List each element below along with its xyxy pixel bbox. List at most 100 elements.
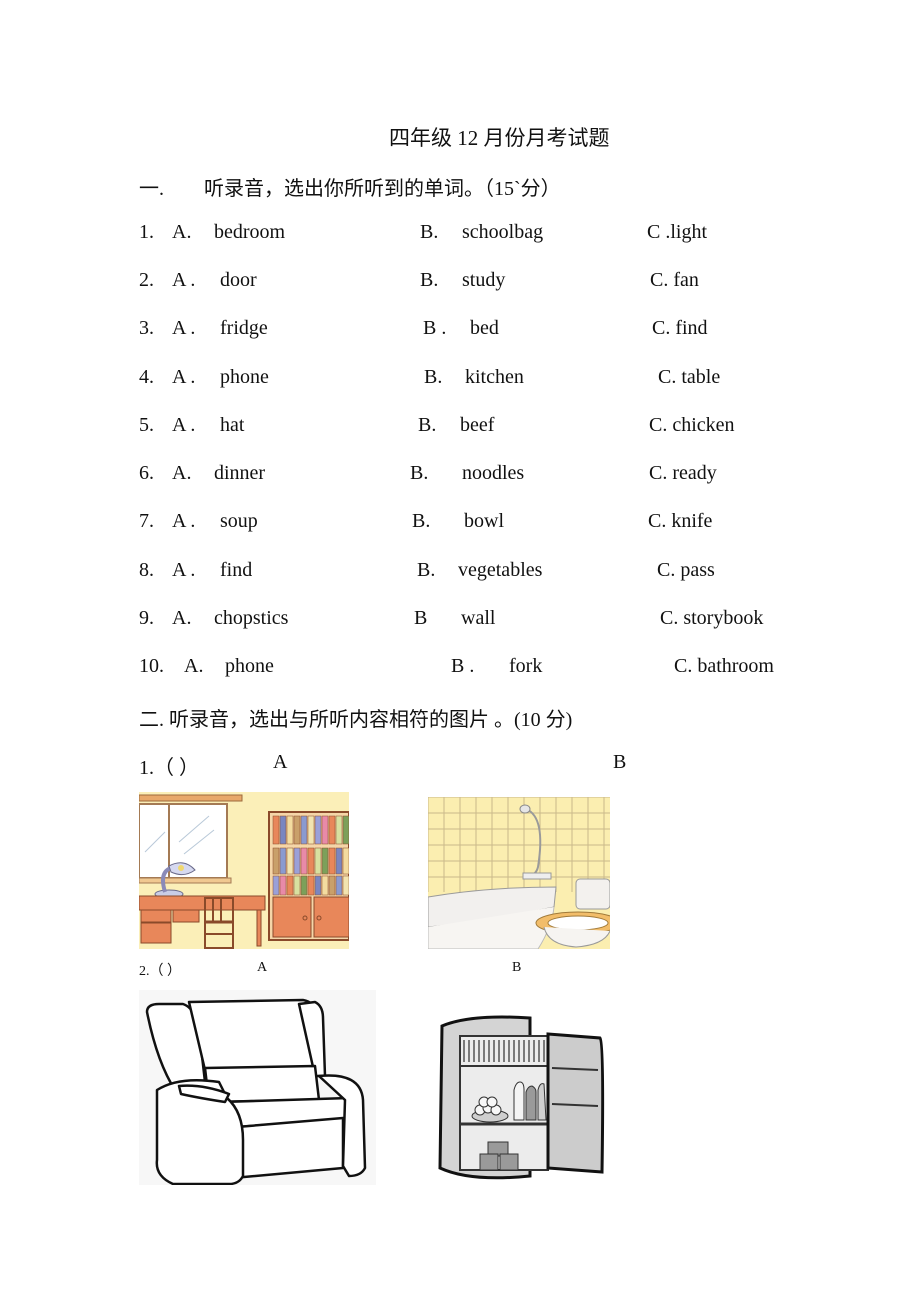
book-spine xyxy=(293,847,301,875)
option-a-word: dinner xyxy=(214,462,266,484)
option-b-word: schoolbag xyxy=(462,221,544,243)
option-b-label: B. xyxy=(420,221,439,243)
option-a-label: A . xyxy=(172,414,196,436)
book-spine xyxy=(335,815,343,845)
book-spine xyxy=(335,847,343,875)
option-a-word: fridge xyxy=(220,317,268,339)
option-b-label: B xyxy=(414,607,428,629)
book-spine xyxy=(293,875,301,896)
book-spine xyxy=(307,815,315,845)
book-spine xyxy=(279,815,287,845)
book-spine xyxy=(314,875,322,896)
bathroom-image xyxy=(428,797,610,949)
book-spine xyxy=(272,815,280,845)
section1-heading: 听录音，选出你所听到的单词。（15`分） xyxy=(204,178,561,200)
option-a-label: A . xyxy=(172,269,196,291)
option-a-word: phone xyxy=(220,366,269,388)
option-a-label: A . xyxy=(172,366,196,388)
option-a-label: A . xyxy=(172,317,196,339)
question-2-1-option-a: A xyxy=(273,751,288,773)
option-b-word: vegetables xyxy=(458,559,543,581)
question-number: 1. xyxy=(139,221,154,243)
option-a-word: bedroom xyxy=(214,221,286,243)
option-c: C. ready xyxy=(649,462,717,484)
book-spine xyxy=(279,847,287,875)
book-spine xyxy=(272,875,280,896)
question-number: 8. xyxy=(139,559,154,581)
book-spine xyxy=(307,875,315,896)
option-a-word: phone xyxy=(225,655,274,677)
option-a-label: A . xyxy=(172,559,196,581)
question-number: 7. xyxy=(139,510,154,532)
question-2-2-option-a: A xyxy=(257,960,268,975)
book-spine xyxy=(286,847,294,875)
study-room-image xyxy=(139,792,349,949)
question-number: 3. xyxy=(139,317,154,339)
question-number: 10. xyxy=(139,655,164,677)
option-b-word: bed xyxy=(470,317,499,339)
option-c: C. knife xyxy=(648,510,713,532)
book-spine xyxy=(321,815,329,845)
question-number: 4. xyxy=(139,366,154,388)
option-c: C. pass xyxy=(657,559,715,581)
option-b-label: B . xyxy=(451,655,475,677)
option-a-label: A. xyxy=(172,462,192,484)
option-c: C. storybook xyxy=(660,607,764,629)
question-2-2-option-b: B xyxy=(512,960,522,975)
book-spine xyxy=(279,875,287,896)
option-a-label: A. xyxy=(172,607,192,629)
option-b-word: wall xyxy=(461,607,496,629)
option-b-label: B . xyxy=(423,317,447,339)
option-b-word: kitchen xyxy=(465,366,524,388)
option-b-word: noodles xyxy=(462,462,525,484)
book-spine xyxy=(335,875,343,896)
option-c: C. table xyxy=(658,366,721,388)
option-b-word: fork xyxy=(509,655,543,677)
option-a-word: chopstics xyxy=(214,607,289,629)
fridge-image xyxy=(430,1012,606,1184)
book-spine xyxy=(300,875,308,896)
question-number: 9. xyxy=(139,607,154,629)
question-2-1-label: 1.（ ） xyxy=(139,757,199,779)
question-2-1-option-b: B xyxy=(613,751,627,773)
option-b-word: bowl xyxy=(464,510,504,532)
option-a-label: A. xyxy=(184,655,204,677)
book-spine xyxy=(321,847,329,875)
book-spine xyxy=(342,847,349,875)
option-b-label: B. xyxy=(412,510,431,532)
question-number: 6. xyxy=(139,462,154,484)
question-number: 5. xyxy=(139,414,154,436)
page-title: 四年级 12 月份月考试题 xyxy=(389,126,610,150)
book-spine xyxy=(300,815,308,845)
option-c: C .light xyxy=(647,221,708,243)
question-number: 2. xyxy=(139,269,154,291)
option-c: C. chicken xyxy=(649,414,735,436)
book-spine xyxy=(314,815,322,845)
option-b-label: B. xyxy=(424,366,443,388)
armchair-image xyxy=(139,990,376,1185)
book-spine xyxy=(307,847,315,875)
book-spine xyxy=(328,875,336,896)
option-c: C. fan xyxy=(650,269,699,291)
section2-heading: 二. 听录音，选出与所听内容相符的图片 。(10 分) xyxy=(139,709,573,731)
option-c: C. find xyxy=(652,317,708,339)
book-spine xyxy=(293,815,301,845)
book-spine xyxy=(300,847,308,875)
option-b-word: study xyxy=(462,269,506,291)
book-spine xyxy=(314,847,322,875)
section1-number: 一. xyxy=(139,178,164,200)
option-b-word: beef xyxy=(460,414,495,436)
question-2-2-label: 2.（ ） xyxy=(139,964,181,979)
option-a-word: hat xyxy=(220,414,245,436)
book-spine xyxy=(328,815,336,845)
book-spine xyxy=(342,815,349,845)
book-spine xyxy=(286,815,294,845)
book-spine xyxy=(342,875,349,896)
option-a-word: door xyxy=(220,269,257,291)
option-b-label: B. xyxy=(418,414,437,436)
option-b-label: B. xyxy=(420,269,439,291)
book-spine xyxy=(321,875,329,896)
option-c: C. bathroom xyxy=(674,655,774,677)
option-a-word: find xyxy=(220,559,253,581)
option-b-label: B. xyxy=(417,559,436,581)
